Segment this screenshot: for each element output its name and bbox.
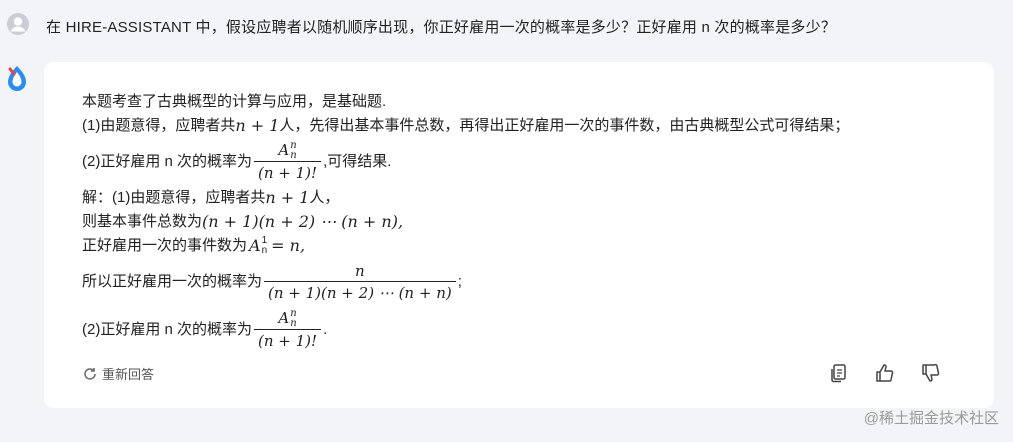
- fraction-a-n-over-factorial: Ann (n + 1)!: [254, 140, 322, 184]
- answer-content: 本题考查了古典概型的计算与应用，是基础题. (1)由题意得，应聘者共 n + 1人…: [82, 90, 962, 354]
- answer-line-1: (1)由题意得，应聘者共 n + 1 人，先得出基本事件总数，再得出正好雇用一次的事…: [82, 116, 850, 135]
- bot-logo-icon: [8, 66, 26, 91]
- solution-n-probability: (2)正好雇用 n 次的概率为 Ann (n + 1)! .: [82, 308, 328, 352]
- thumbs-up-icon[interactable]: [874, 362, 896, 384]
- fraction-n-probability: Ann (n + 1)!: [254, 308, 322, 352]
- fraction-once-probability: n (n + 1)(n + 2) ⋯ (n + n): [264, 261, 456, 304]
- answer-actions: [828, 362, 942, 384]
- user-avatar-icon: [7, 13, 29, 35]
- thumbs-down-icon[interactable]: [920, 362, 942, 384]
- answer-card: 本题考查了古典概型的计算与应用，是基础题. (1)由题意得，应聘者共 n + 1人…: [44, 62, 994, 408]
- solution-line-1: 解：(1)由题意得，应聘者共 n + 1 人，: [82, 188, 340, 207]
- solution-basic-events: 则基本事件总数为 (n + 1)(n + 2) ⋯ (n + n),: [82, 212, 404, 231]
- question-text: 在 HIRE-ASSISTANT 中，假设应聘者以随机顺序出现，你正好雇用一次的…: [46, 19, 837, 36]
- solution-once-events: 正好雇用一次的事件数为 A 1 n = n,: [82, 235, 306, 256]
- answer-line-2: (2)正好雇用 n 次的概率为 Ann (n + 1)! ,可得结果.: [82, 140, 392, 184]
- copy-icon[interactable]: [828, 362, 850, 384]
- refresh-icon: [84, 367, 96, 380]
- regenerate-button[interactable]: 重新回答: [82, 364, 154, 383]
- solution-once-probability: 所以正好雇用一次的概率为 n (n + 1)(n + 2) ⋯ (n + n) …: [82, 261, 462, 304]
- footer-watermark: @稀土掘金技术社区: [863, 410, 999, 427]
- regenerate-label: 重新回答: [102, 367, 155, 382]
- question-row: 在 HIRE-ASSISTANT 中，假设应聘者以随机顺序出现，你正好雇用一次的…: [0, 0, 1013, 50]
- answer-intro: 本题考查了古典概型的计算与应用，是基础题.: [82, 93, 387, 110]
